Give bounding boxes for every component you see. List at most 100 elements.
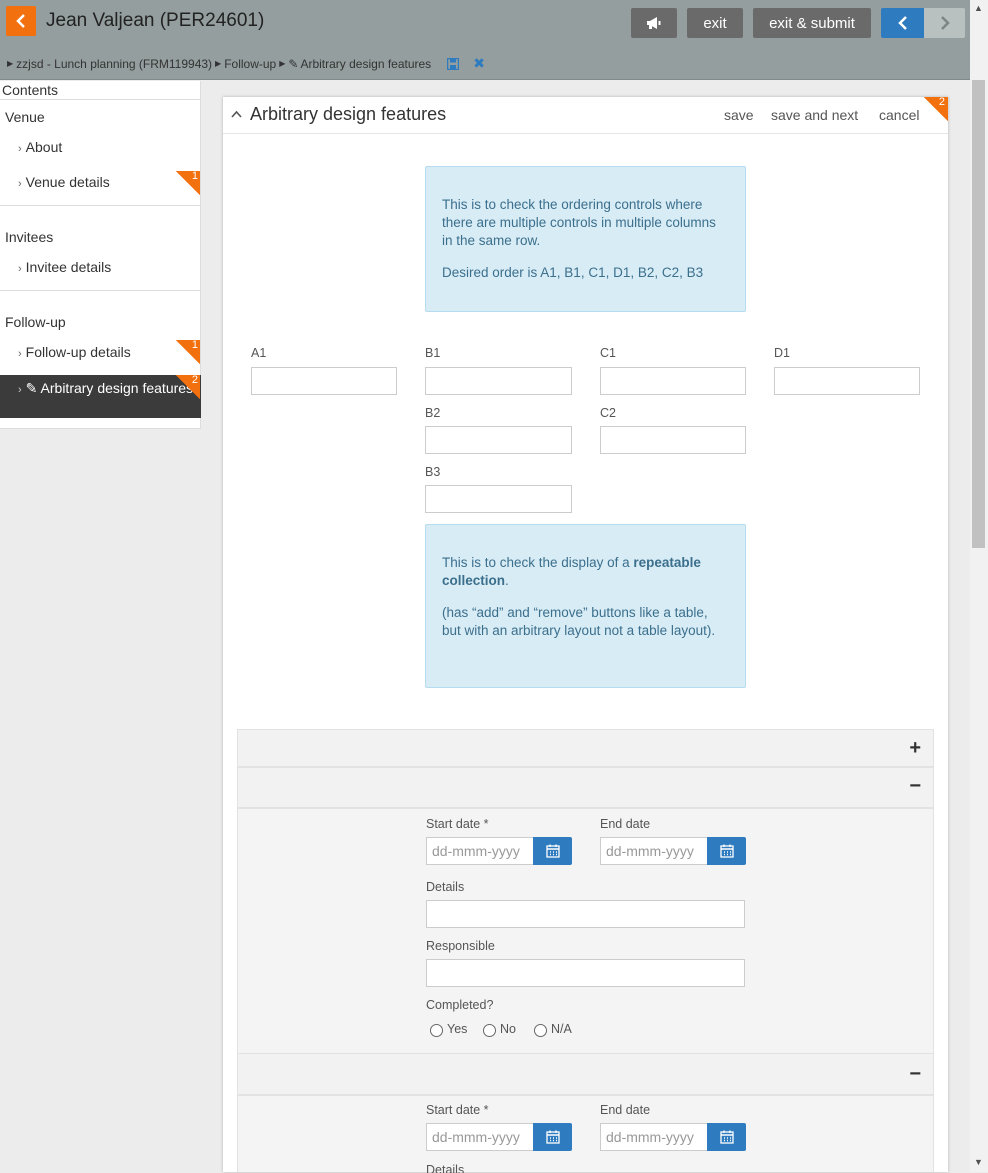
error-badge: 2 <box>176 374 200 399</box>
next-page-button[interactable] <box>924 8 965 38</box>
cancel-link[interactable]: cancel <box>879 107 919 123</box>
end-date-picker-button[interactable] <box>707 1123 746 1151</box>
details-input[interactable] <box>426 900 745 928</box>
label-b3: B3 <box>425 465 441 479</box>
start-date-picker-button[interactable] <box>533 837 572 865</box>
end-date-input[interactable]: dd-mmm-yyyy <box>600 1123 708 1151</box>
collection-item-header: − <box>237 1053 934 1095</box>
collection-item: Start date * dd-mmm-yyyy End date dd-mmm… <box>237 1095 934 1173</box>
announce-button[interactable] <box>631 8 677 38</box>
edit-icon: ✎ <box>288 56 299 71</box>
form-panel: Arbitrary design features save save and … <box>223 96 948 1173</box>
exit-submit-button[interactable]: exit & submit <box>753 8 871 38</box>
completed-na-radio[interactable] <box>534 1024 547 1037</box>
sidebar-item-invitee-details[interactable]: › Invitee details <box>0 259 201 275</box>
caret-right-icon: ▶ <box>7 59 14 68</box>
responsible-input[interactable] <box>426 959 745 987</box>
end-date-input[interactable]: dd-mmm-yyyy <box>600 837 708 865</box>
remove-item-button[interactable]: − <box>909 775 921 798</box>
scroll-down-arrow-icon[interactable]: ▼ <box>974 1157 983 1167</box>
breadcrumb-page: Arbitrary design features <box>300 56 432 71</box>
radio-label: Yes <box>447 1022 468 1036</box>
label-c2: C2 <box>600 406 616 420</box>
calendar-icon <box>545 844 560 858</box>
c2-input[interactable] <box>600 426 746 454</box>
error-badge: 1 <box>176 170 200 195</box>
chevron-left-icon <box>897 16 907 30</box>
previous-page-button[interactable] <box>881 8 924 38</box>
back-button[interactable] <box>6 6 36 36</box>
save-icon[interactable] <box>447 57 460 70</box>
label-c1: C1 <box>600 346 616 360</box>
start-date-input[interactable]: dd-mmm-yyyy <box>426 1123 534 1151</box>
chevron-right-icon <box>940 16 950 30</box>
info-text: This is to check the ordering controls w… <box>442 197 716 248</box>
a1-input[interactable] <box>251 367 397 395</box>
sidebar-item-venue-details[interactable]: › Venue details <box>0 174 201 190</box>
contents-title: Contents <box>0 81 200 100</box>
breadcrumb-section[interactable]: Follow-up <box>224 57 276 71</box>
end-date-picker-button[interactable] <box>707 837 746 865</box>
collection-header: + <box>237 729 934 767</box>
contents-sidebar: Contents Venue › About › Venue details 1 I… <box>0 81 201 429</box>
sidebar-item-label: Follow-up details <box>25 344 131 360</box>
divider <box>0 205 201 206</box>
save-link[interactable]: save <box>724 107 754 123</box>
person-title: Jean Valjean (PER24601) <box>46 10 265 31</box>
sidebar-item-label: Invitee details <box>25 259 112 275</box>
info-box-ordering: This is to check the ordering controls w… <box>425 166 746 312</box>
add-item-button[interactable]: + <box>909 737 921 760</box>
start-date-label: Start date * <box>426 1103 489 1117</box>
page-scrollbar[interactable]: ▲ ▼ <box>970 0 988 1172</box>
label-d1: D1 <box>774 346 790 360</box>
end-date-label: End date <box>600 817 651 831</box>
remove-item-button[interactable]: − <box>909 1063 921 1086</box>
sidebar-item-follow-up-details[interactable]: › Follow-up details <box>0 344 201 360</box>
scroll-up-arrow-icon[interactable]: ▲ <box>974 3 983 13</box>
chevron-right-icon: › <box>18 143 22 155</box>
edit-icon: ✎ <box>25 380 41 396</box>
chevron-right-icon: › <box>18 263 22 275</box>
close-icon[interactable]: ✖ <box>473 55 485 72</box>
end-date-label: End date <box>600 1103 651 1117</box>
chevron-left-icon <box>16 14 25 28</box>
caret-right-icon: ▶ <box>279 59 286 68</box>
d1-input[interactable] <box>774 367 920 395</box>
start-date-input[interactable]: dd-mmm-yyyy <box>426 837 534 865</box>
breadcrumb-form[interactable]: zzjsd - Lunch planning (FRM119943) <box>16 57 212 71</box>
collection-item: Start date * dd-mmm-yyyy End date dd-mmm… <box>237 808 934 1054</box>
b3-input[interactable] <box>425 485 572 513</box>
info-box-collection: This is to check the display of a repeat… <box>425 524 746 688</box>
start-date-picker-button[interactable] <box>533 1123 572 1151</box>
label-a1: A1 <box>251 346 267 360</box>
info-text: Desired order is A1, B1, C1, D1, B2, C2,… <box>442 265 704 280</box>
error-badge: 2 <box>924 96 948 121</box>
caret-right-icon: ▶ <box>215 59 222 68</box>
scrollbar-thumb[interactable] <box>972 80 985 548</box>
sidebar-item-about[interactable]: › About <box>0 139 201 155</box>
sidebar-item-label: Venue details <box>25 174 110 190</box>
breadcrumb: ▶ zzjsd - Lunch planning (FRM119943) ▶ F… <box>4 55 485 72</box>
chevron-right-icon: › <box>18 348 22 360</box>
sidebar-item-label: About <box>25 139 63 155</box>
start-date-label: Start date * <box>426 817 489 831</box>
radio-label: No <box>500 1022 516 1036</box>
responsible-label: Responsible <box>426 939 495 953</box>
panel-header: Arbitrary design features save save and … <box>223 96 948 134</box>
chevron-up-icon[interactable] <box>231 106 242 121</box>
completed-yes-radio[interactable] <box>430 1024 443 1037</box>
save-and-next-link[interactable]: save and next <box>771 107 858 123</box>
panel-title: Arbitrary design features <box>250 104 447 124</box>
exit-button[interactable]: exit <box>687 8 743 38</box>
header-bar: Jean Valjean (PER24601) exit exit & subm… <box>0 0 970 80</box>
completed-no-radio[interactable] <box>483 1024 496 1037</box>
info-text: (has “add” and “remove” buttons like a t… <box>442 605 716 638</box>
b1-input[interactable] <box>425 367 572 395</box>
b2-input[interactable] <box>425 426 572 454</box>
section-invitees: Invitees <box>5 229 54 245</box>
collection-item-header: − <box>237 767 934 808</box>
radio-label: N/A <box>551 1022 572 1036</box>
error-badge: 1 <box>176 339 200 364</box>
sidebar-item-arbitrary-design-features[interactable]: › ✎ Arbitrary design features <box>0 375 201 418</box>
c1-input[interactable] <box>600 367 746 395</box>
